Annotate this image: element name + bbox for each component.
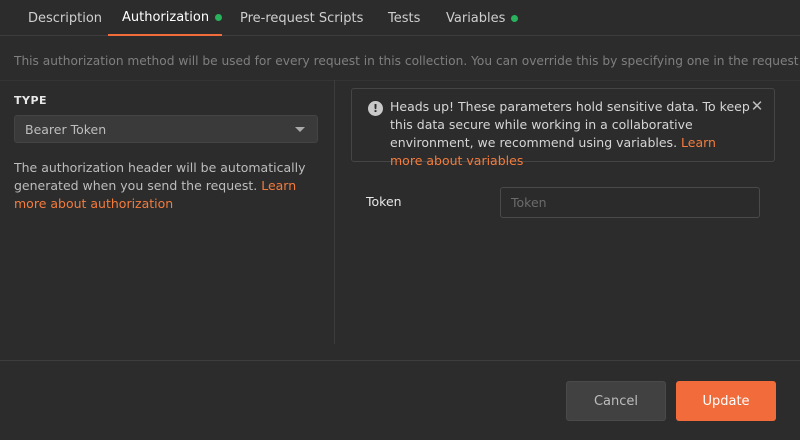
update-button[interactable]: Update <box>676 381 776 421</box>
footer: Cancel Update <box>0 361 800 440</box>
collection-auth-editor: Description Authorization Pre-request Sc… <box>0 0 800 440</box>
tab-authorization[interactable]: Authorization <box>108 0 222 36</box>
tab-label: Authorization <box>122 9 210 25</box>
tab-label: Description <box>28 10 103 26</box>
tab-label: Pre-request Scripts <box>240 10 364 26</box>
tab-variables[interactable]: Variables <box>432 0 524 36</box>
token-label: Token <box>366 194 402 209</box>
chevron-down-icon <box>295 126 305 132</box>
auth-type-panel: TYPE Bearer Token The authorization head… <box>14 94 320 213</box>
tab-label: Tests <box>388 10 421 26</box>
close-icon[interactable]: ✕ <box>750 99 764 114</box>
tab-label: Variables <box>446 10 506 26</box>
exclamation-icon: ! <box>368 101 383 116</box>
sensitive-data-alert: ! Heads up! These parameters hold sensit… <box>351 88 775 168</box>
tab-bar: Description Authorization Pre-request Sc… <box>0 0 800 36</box>
auth-type-value: Bearer Token <box>25 121 107 137</box>
cancel-button[interactable]: Cancel <box>566 381 666 421</box>
vertical-divider <box>334 80 335 344</box>
auth-description: The authorization header will be automat… <box>14 159 320 213</box>
alert-text: Heads up! These parameters hold sensitiv… <box>390 98 750 170</box>
status-dot-icon <box>511 14 519 22</box>
auth-info-text: This authorization method will be used f… <box>14 54 800 68</box>
status-dot-icon <box>215 13 222 21</box>
type-label: TYPE <box>14 94 48 107</box>
tab-tests[interactable]: Tests <box>374 0 430 36</box>
auth-type-select[interactable]: Bearer Token <box>14 115 318 143</box>
tab-pre-request-scripts[interactable]: Pre-request Scripts <box>226 0 364 36</box>
token-input[interactable] <box>500 187 760 218</box>
tab-description[interactable]: Description <box>14 0 106 36</box>
divider <box>0 80 800 81</box>
